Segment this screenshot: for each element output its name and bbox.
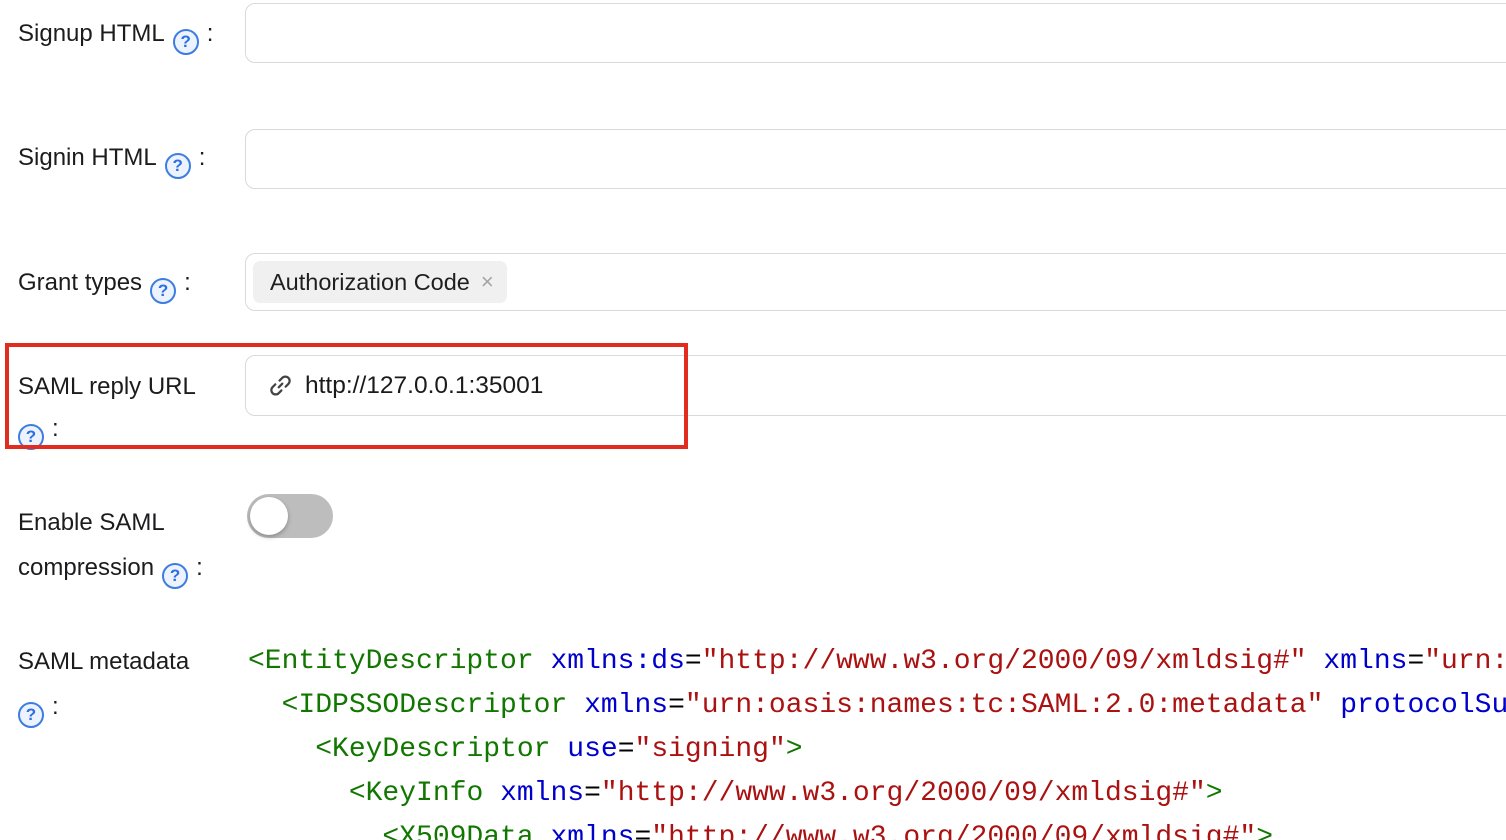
toggle-knob: [250, 497, 288, 535]
saml-reply-url-label-line2: ?:: [18, 413, 59, 450]
help-icon[interactable]: ?: [150, 278, 176, 304]
saml-reply-url-label: SAML reply URL: [18, 371, 196, 403]
signup-html-input[interactable]: [245, 3, 1506, 63]
saml-metadata-code[interactable]: <EntityDescriptor xmlns:ds="http://www.w…: [248, 640, 1506, 840]
saml-compression-label-line2: compression?:: [18, 552, 203, 589]
tag-close-icon[interactable]: ×: [481, 271, 494, 293]
saml-metadata-label-line2: ?:: [18, 691, 59, 728]
saml-compression-toggle[interactable]: [247, 494, 333, 538]
signup-html-label: Signup HTML?:: [18, 18, 213, 55]
grant-types-select[interactable]: Authorization Code ×: [245, 253, 1506, 311]
application-edit-form: Signup HTML?: Signin HTML?: Grant types?…: [0, 0, 1506, 840]
help-icon[interactable]: ?: [18, 424, 44, 450]
signin-html-input[interactable]: [245, 129, 1506, 189]
saml-metadata-label: SAML metadata: [18, 646, 189, 678]
signin-html-label: Signin HTML?:: [18, 142, 205, 179]
grant-types-label: Grant types?:: [18, 267, 191, 304]
help-icon[interactable]: ?: [18, 702, 44, 728]
help-icon[interactable]: ?: [173, 29, 199, 55]
link-icon: [267, 372, 294, 399]
saml-compression-label: Enable SAML: [18, 507, 165, 539]
grant-type-tag[interactable]: Authorization Code ×: [253, 261, 507, 303]
saml-reply-url-input[interactable]: http://127.0.0.1:35001: [245, 355, 1506, 416]
grant-type-tag-label: Authorization Code: [270, 269, 470, 296]
help-icon[interactable]: ?: [165, 153, 191, 179]
help-icon[interactable]: ?: [162, 563, 188, 589]
saml-reply-url-value: http://127.0.0.1:35001: [305, 372, 543, 400]
